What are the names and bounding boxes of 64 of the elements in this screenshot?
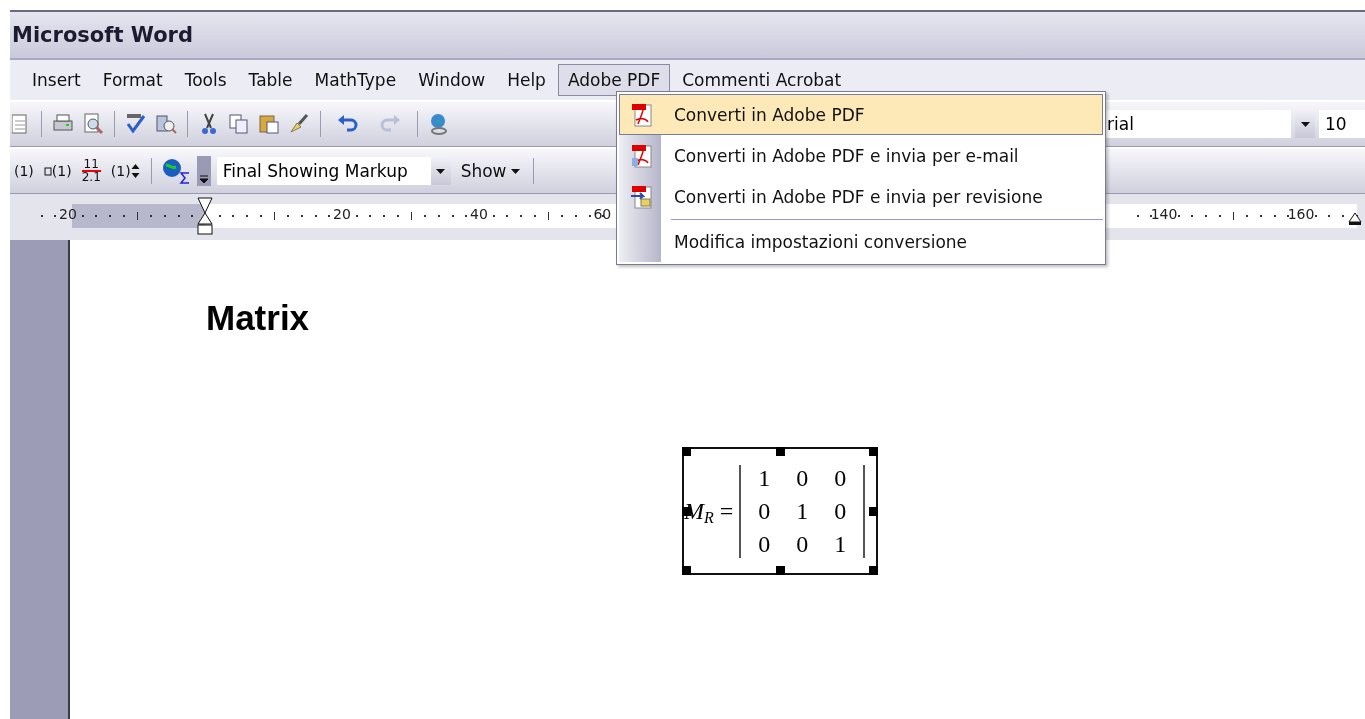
menu-item[interactable]: Tools <box>174 64 237 96</box>
copy-icon[interactable] <box>227 112 251 136</box>
menu-item[interactable]: Format <box>92 64 173 96</box>
toolbar-options-icon[interactable] <box>196 156 211 186</box>
spellcheck-icon[interactable] <box>124 112 148 136</box>
matrix-entry: 0 <box>795 464 810 492</box>
matrix-entry: 1 <box>757 464 772 492</box>
brush-icon[interactable] <box>287 112 311 136</box>
menu-item[interactable]: Adobe PDF <box>557 64 671 96</box>
matrix-entry: 0 <box>757 497 772 525</box>
menu-item[interactable]: Window <box>408 64 496 96</box>
menu-option[interactable]: Converti in Adobe PDF e invia per revisione <box>619 176 1103 217</box>
matrix-entry: 1 <box>795 497 810 525</box>
menu-option[interactable]: Modifica impostazioni conversione <box>619 222 1103 262</box>
caret-icon <box>510 168 520 174</box>
right-indent-marker-icon[interactable] <box>1348 212 1362 226</box>
ruler-number: 20 <box>333 206 351 222</box>
paste-icon[interactable] <box>257 112 281 136</box>
menu-option[interactable]: Converti in Adobe PDF e invia per e-mail <box>619 135 1103 176</box>
matrix-entry: 0 <box>833 497 848 525</box>
document-heading: Matrix <box>206 298 311 338</box>
ruler-number: 40 <box>470 206 488 222</box>
pdf-mail-icon <box>630 142 654 169</box>
caret-icon <box>1300 121 1310 127</box>
ruler-number: 160 <box>1287 206 1315 222</box>
menu-item[interactable]: Help <box>497 64 556 96</box>
selection-handle[interactable] <box>776 447 785 456</box>
indent-marker-icon[interactable] <box>197 197 213 235</box>
selection-handle[interactable] <box>869 507 878 516</box>
menu-item[interactable]: Table <box>238 64 303 96</box>
equation-number-button[interactable]: (1) <box>12 163 36 179</box>
selection-handle[interactable] <box>682 507 691 516</box>
matrix-entry: 0 <box>795 530 810 558</box>
selection-handle[interactable] <box>682 447 691 456</box>
up-down-arrows-icon <box>130 164 140 178</box>
pdf-review-icon <box>630 183 654 210</box>
selection-handle[interactable] <box>776 566 785 575</box>
display-select[interactable]: Final Showing Markup <box>216 157 451 185</box>
research-icon[interactable] <box>154 112 178 136</box>
selection-handle[interactable] <box>869 447 878 456</box>
print-preview-icon[interactable] <box>81 112 105 136</box>
link-box-icon <box>43 166 52 176</box>
font-size-field[interactable]: 10 <box>1319 110 1365 138</box>
update-equation-numbers-button[interactable]: (1) <box>108 163 142 179</box>
selection-handle[interactable] <box>869 566 878 575</box>
menu-item[interactable]: Insert <box>22 64 91 96</box>
ruler-number: 20 <box>59 206 77 222</box>
selection-handle[interactable] <box>682 566 691 575</box>
caret-icon <box>436 168 446 174</box>
matrix-entry: 0 <box>833 464 848 492</box>
insert-equation-number-button[interactable]: (1) <box>41 163 74 179</box>
equation-break-button[interactable]: 11 2.1 <box>79 159 103 183</box>
window-title: Microsoft Word <box>12 23 193 47</box>
menu-item[interactable]: MathType <box>304 64 407 96</box>
matrix-subscript: R <box>704 509 714 527</box>
ruler-number: 60 <box>593 206 612 222</box>
matrix-entry: 1 <box>833 530 848 558</box>
equals-sign: = <box>719 497 734 525</box>
ruler-number: 140 <box>1150 206 1178 222</box>
matrix-entry: 0 <box>757 530 772 558</box>
globe-sigma-icon[interactable] <box>160 157 191 185</box>
menu-option[interactable]: Converti in Adobe PDF <box>619 94 1103 135</box>
pdf-icon <box>630 101 654 128</box>
show-button[interactable]: Show <box>456 161 524 181</box>
